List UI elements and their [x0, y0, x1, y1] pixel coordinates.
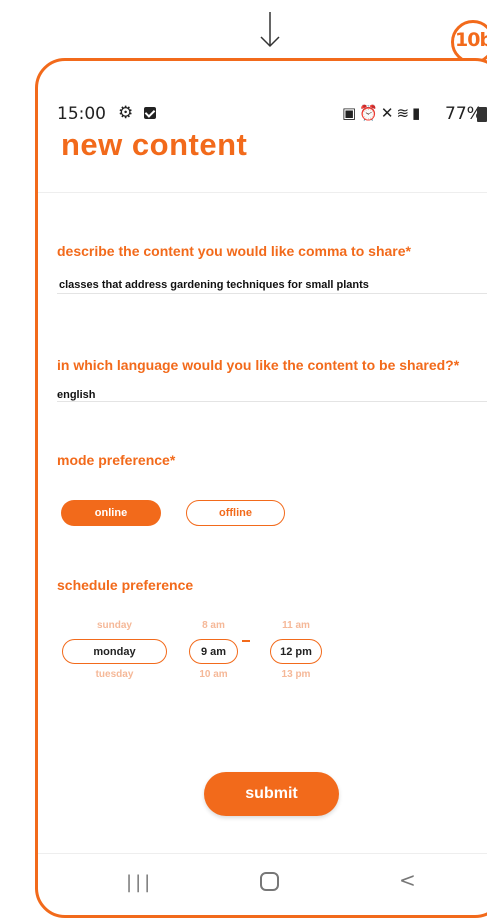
signal-icon: ▮: [412, 104, 424, 122]
language-label: in which language would you like the con…: [57, 357, 460, 373]
gear-icon: ⚙: [118, 103, 134, 123]
schedule-label: schedule preference: [57, 577, 194, 593]
status-time: 15:00: [57, 104, 106, 124]
content-input[interactable]: classes that address gardening technique…: [59, 279, 369, 291]
back-button[interactable]: <: [399, 868, 416, 892]
mute-icon: ✕: [380, 104, 397, 122]
start-time-picker-selected[interactable]: 9 am: [189, 639, 238, 664]
battery-saver-icon: ▣: [342, 104, 360, 122]
alarm-icon: ⏰: [359, 104, 381, 122]
battery-icon: [477, 107, 487, 122]
language-input[interactable]: english: [57, 389, 96, 401]
end-time-option-above[interactable]: 11 am: [270, 620, 322, 631]
status-icons: ▣⏰✕≋▮: [342, 104, 423, 122]
wifi-icon: ≋: [396, 104, 413, 122]
page-title: new content: [61, 127, 248, 162]
content-label: describe the content you would like comm…: [57, 243, 411, 259]
arrow-down-icon: [260, 12, 280, 48]
checkbox-icon: [144, 107, 156, 119]
mode-offline-button[interactable]: offline: [186, 500, 285, 526]
mode-label: mode preference*: [57, 452, 176, 468]
day-option-above[interactable]: sunday: [62, 620, 167, 631]
language-input-underline: [57, 401, 487, 402]
step-badge-label: 10b: [455, 29, 487, 51]
time-range-dash: [242, 640, 250, 642]
navbar-divider: [38, 853, 487, 854]
recent-apps-button[interactable]: |||: [126, 872, 153, 893]
home-icon[interactable]: [260, 872, 279, 891]
content-input-underline: [57, 293, 487, 294]
day-option-below[interactable]: tuesday: [62, 669, 167, 680]
start-time-option-above[interactable]: 8 am: [189, 620, 238, 631]
day-picker-selected[interactable]: monday: [62, 639, 167, 664]
end-time-picker-selected[interactable]: 12 pm: [270, 639, 322, 664]
submit-button[interactable]: submit: [204, 772, 339, 816]
start-time-option-below[interactable]: 10 am: [189, 669, 238, 680]
header-divider: [38, 192, 487, 193]
end-time-option-below[interactable]: 13 pm: [270, 669, 322, 680]
mode-online-button[interactable]: online: [61, 500, 161, 526]
